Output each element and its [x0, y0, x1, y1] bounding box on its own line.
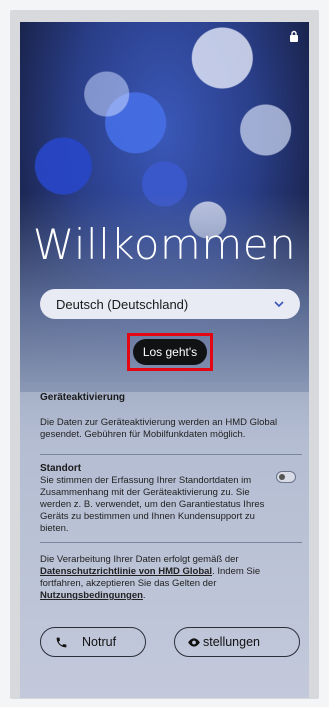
- eye-icon: [187, 637, 201, 648]
- welcome-title: Willkommen: [32, 220, 297, 269]
- divider: [40, 454, 302, 455]
- language-select[interactable]: Deutsch (Deutschland): [40, 289, 300, 319]
- privacy-policy-link[interactable]: Datenschutzrichtlinie von HMD Global: [40, 566, 212, 577]
- location-toggle[interactable]: [276, 471, 296, 483]
- device-activation-text: Die Daten zur Geräteaktivierung werden a…: [40, 417, 278, 440]
- lock-icon: [289, 30, 301, 44]
- settings-label: stellungen: [203, 635, 260, 649]
- emergency-call-button[interactable]: Notruf: [40, 627, 146, 657]
- emergency-call-label: Notruf: [82, 635, 117, 649]
- language-selected-value: Deutsch (Deutschland): [56, 296, 189, 312]
- phone-icon: [55, 636, 68, 649]
- device-activation-heading: Geräteaktivierung: [40, 392, 126, 403]
- location-heading: Standort: [40, 463, 82, 474]
- start-button-highlight: Los geht's: [127, 333, 213, 371]
- privacy-text: Die Verarbeitung Ihrer Daten erfolgt gem…: [40, 554, 261, 601]
- terms-link[interactable]: Nutzungsbedingungen: [40, 590, 143, 601]
- setup-screen: Willkommen Deutsch (Deutschland) Los geh…: [20, 22, 309, 698]
- settings-button[interactable]: stellungen: [174, 627, 300, 657]
- location-text: Sie stimmen der Erfassung Ihrer Standort…: [40, 475, 265, 534]
- start-button[interactable]: Los geht's: [132, 339, 208, 365]
- chevron-down-icon: [274, 297, 284, 311]
- divider: [40, 542, 302, 543]
